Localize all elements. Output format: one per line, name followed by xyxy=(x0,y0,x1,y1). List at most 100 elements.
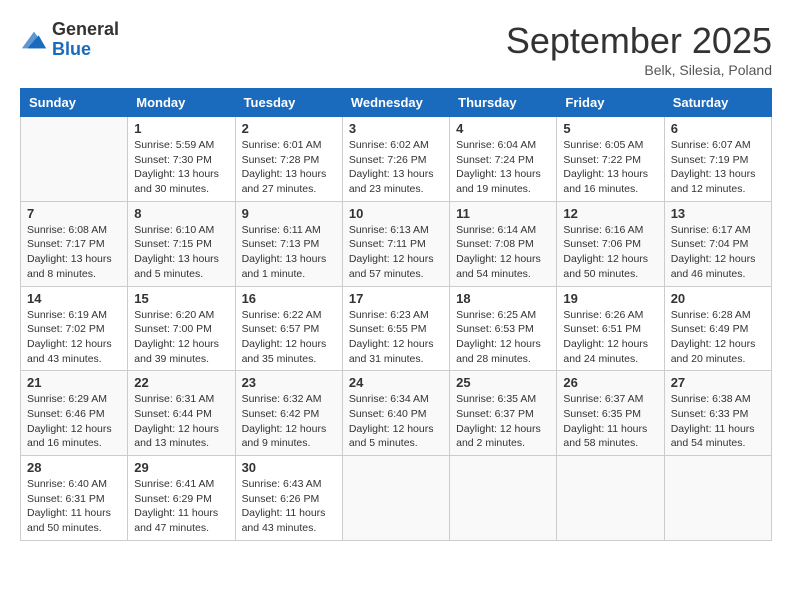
day-number: 7 xyxy=(27,206,121,221)
day-number: 12 xyxy=(563,206,657,221)
day-cell: 6Sunrise: 6:07 AM Sunset: 7:19 PM Daylig… xyxy=(664,117,771,202)
day-info: Sunrise: 6:34 AM Sunset: 6:40 PM Dayligh… xyxy=(349,392,443,451)
day-number: 21 xyxy=(27,375,121,390)
day-info: Sunrise: 6:25 AM Sunset: 6:53 PM Dayligh… xyxy=(456,308,550,367)
day-number: 17 xyxy=(349,291,443,306)
day-cell: 14 Sunrise: 6:19 AM Sunset: 7:02 PM Dayli… xyxy=(21,286,128,371)
weekday-header-saturday: Saturday xyxy=(664,89,771,117)
day-cell xyxy=(342,456,449,541)
day-cell xyxy=(450,456,557,541)
day-info: Sunrise: 6:28 AM Sunset: 6:49 PM Dayligh… xyxy=(671,308,765,367)
weekday-header-monday: Monday xyxy=(128,89,235,117)
day-info: Sunrise: 6:02 AM Sunset: 7:26 PM Dayligh… xyxy=(349,138,443,197)
day-cell: 2Sunrise: 6:01 AM Sunset: 7:28 PM Daylig… xyxy=(235,117,342,202)
day-number: 28 xyxy=(27,460,121,475)
day-number: 20 xyxy=(671,291,765,306)
day-cell: 19 Sunrise: 6:26 AM Sunset: 6:51 PM Dayli… xyxy=(557,286,664,371)
weekday-header-thursday: Thursday xyxy=(450,89,557,117)
day-cell: 3 Sunrise: 6:02 AM Sunset: 7:26 PM Daylig… xyxy=(342,117,449,202)
day-info: Sunrise: 6:43 AM Sunset: 6:26 PM Dayligh… xyxy=(242,477,336,536)
day-number: 11 xyxy=(456,206,550,221)
day-info: Sunrise: 6:13 AM Sunset: 7:11 PM Dayligh… xyxy=(349,223,443,282)
title-block: September 2025 Belk, Silesia, Poland xyxy=(506,20,772,78)
day-info: Sunrise: 6:35 AM Sunset: 6:37 PM Dayligh… xyxy=(456,392,550,451)
day-number: 23 xyxy=(242,375,336,390)
day-info: Sunrise: 6:16 AM Sunset: 7:06 PM Dayligh… xyxy=(563,223,657,282)
day-cell: 22Sunrise: 6:31 AM Sunset: 6:44 PM Dayli… xyxy=(128,371,235,456)
day-info: Sunrise: 6:29 AM Sunset: 6:46 PM Dayligh… xyxy=(27,392,121,451)
month-title: September 2025 xyxy=(506,20,772,62)
logo: General Blue xyxy=(20,20,119,60)
day-cell: 16 Sunrise: 6:22 AM Sunset: 6:57 PM Dayli… xyxy=(235,286,342,371)
day-info: Sunrise: 6:37 AM Sunset: 6:35 PM Dayligh… xyxy=(563,392,657,451)
day-info: Sunrise: 6:40 AM Sunset: 6:31 PM Dayligh… xyxy=(27,477,121,536)
day-cell: 27 Sunrise: 6:38 AM Sunset: 6:33 PM Dayli… xyxy=(664,371,771,456)
day-info: Sunrise: 6:19 AM Sunset: 7:02 PM Dayligh… xyxy=(27,308,121,367)
day-cell: 1Sunrise: 5:59 AM Sunset: 7:30 PM Daylig… xyxy=(128,117,235,202)
week-row-3: 14 Sunrise: 6:19 AM Sunset: 7:02 PM Dayli… xyxy=(21,286,772,371)
day-number: 25 xyxy=(456,375,550,390)
day-number: 30 xyxy=(242,460,336,475)
day-info: Sunrise: 6:11 AM Sunset: 7:13 PM Dayligh… xyxy=(242,223,336,282)
day-info: Sunrise: 6:23 AM Sunset: 6:55 PM Dayligh… xyxy=(349,308,443,367)
day-info: Sunrise: 6:31 AM Sunset: 6:44 PM Dayligh… xyxy=(134,392,228,451)
logo-text: General Blue xyxy=(52,20,119,60)
day-cell: 28 Sunrise: 6:40 AM Sunset: 6:31 PM Dayli… xyxy=(21,456,128,541)
day-number: 8 xyxy=(134,206,228,221)
day-cell: 29 Sunrise: 6:41 AM Sunset: 6:29 PM Dayli… xyxy=(128,456,235,541)
day-number: 29 xyxy=(134,460,228,475)
day-number: 14 xyxy=(27,291,121,306)
day-info: Sunrise: 6:04 AM Sunset: 7:24 PM Dayligh… xyxy=(456,138,550,197)
day-cell xyxy=(557,456,664,541)
day-cell: 4Sunrise: 6:04 AM Sunset: 7:24 PM Daylig… xyxy=(450,117,557,202)
day-number: 16 xyxy=(242,291,336,306)
day-cell xyxy=(664,456,771,541)
week-row-1: 1Sunrise: 5:59 AM Sunset: 7:30 PM Daylig… xyxy=(21,117,772,202)
day-cell: 21 Sunrise: 6:29 AM Sunset: 6:46 PM Dayli… xyxy=(21,371,128,456)
day-number: 1 xyxy=(134,121,228,136)
day-cell: 11 Sunrise: 6:14 AM Sunset: 7:08 PM Dayli… xyxy=(450,201,557,286)
day-cell: 7Sunrise: 6:08 AM Sunset: 7:17 PM Daylig… xyxy=(21,201,128,286)
day-cell: 10 Sunrise: 6:13 AM Sunset: 7:11 PM Dayli… xyxy=(342,201,449,286)
day-number: 15 xyxy=(134,291,228,306)
logo-blue: Blue xyxy=(52,40,119,60)
day-number: 13 xyxy=(671,206,765,221)
day-info: Sunrise: 6:07 AM Sunset: 7:19 PM Dayligh… xyxy=(671,138,765,197)
location: Belk, Silesia, Poland xyxy=(506,62,772,78)
day-cell: 24Sunrise: 6:34 AM Sunset: 6:40 PM Dayli… xyxy=(342,371,449,456)
day-info: Sunrise: 6:14 AM Sunset: 7:08 PM Dayligh… xyxy=(456,223,550,282)
day-cell: 25 Sunrise: 6:35 AM Sunset: 6:37 PM Dayli… xyxy=(450,371,557,456)
day-cell: 26 Sunrise: 6:37 AM Sunset: 6:35 PM Dayli… xyxy=(557,371,664,456)
day-info: Sunrise: 6:38 AM Sunset: 6:33 PM Dayligh… xyxy=(671,392,765,451)
weekday-header-tuesday: Tuesday xyxy=(235,89,342,117)
day-number: 2 xyxy=(242,121,336,136)
day-number: 3 xyxy=(349,121,443,136)
logo-general: General xyxy=(52,20,119,40)
day-number: 18 xyxy=(456,291,550,306)
day-info: Sunrise: 6:22 AM Sunset: 6:57 PM Dayligh… xyxy=(242,308,336,367)
week-row-4: 21 Sunrise: 6:29 AM Sunset: 6:46 PM Dayli… xyxy=(21,371,772,456)
weekday-header-wednesday: Wednesday xyxy=(342,89,449,117)
day-info: Sunrise: 6:20 AM Sunset: 7:00 PM Dayligh… xyxy=(134,308,228,367)
weekday-header-sunday: Sunday xyxy=(21,89,128,117)
day-number: 27 xyxy=(671,375,765,390)
day-cell: 12 Sunrise: 6:16 AM Sunset: 7:06 PM Dayli… xyxy=(557,201,664,286)
day-info: Sunrise: 6:26 AM Sunset: 6:51 PM Dayligh… xyxy=(563,308,657,367)
day-info: Sunrise: 6:05 AM Sunset: 7:22 PM Dayligh… xyxy=(563,138,657,197)
weekday-header-friday: Friday xyxy=(557,89,664,117)
day-number: 10 xyxy=(349,206,443,221)
day-cell: 17 Sunrise: 6:23 AM Sunset: 6:55 PM Dayli… xyxy=(342,286,449,371)
logo-icon xyxy=(20,26,48,54)
day-info: Sunrise: 6:41 AM Sunset: 6:29 PM Dayligh… xyxy=(134,477,228,536)
day-number: 26 xyxy=(563,375,657,390)
day-info: Sunrise: 6:32 AM Sunset: 6:42 PM Dayligh… xyxy=(242,392,336,451)
day-cell: 18 Sunrise: 6:25 AM Sunset: 6:53 PM Dayli… xyxy=(450,286,557,371)
day-cell: 5 Sunrise: 6:05 AM Sunset: 7:22 PM Daylig… xyxy=(557,117,664,202)
page-header: General Blue September 2025 Belk, Silesi… xyxy=(20,20,772,78)
day-cell: 30 Sunrise: 6:43 AM Sunset: 6:26 PM Dayli… xyxy=(235,456,342,541)
day-number: 19 xyxy=(563,291,657,306)
calendar: SundayMondayTuesdayWednesdayThursdayFrid… xyxy=(20,88,772,541)
day-cell: 15 Sunrise: 6:20 AM Sunset: 7:00 PM Dayli… xyxy=(128,286,235,371)
week-row-2: 7Sunrise: 6:08 AM Sunset: 7:17 PM Daylig… xyxy=(21,201,772,286)
day-number: 5 xyxy=(563,121,657,136)
